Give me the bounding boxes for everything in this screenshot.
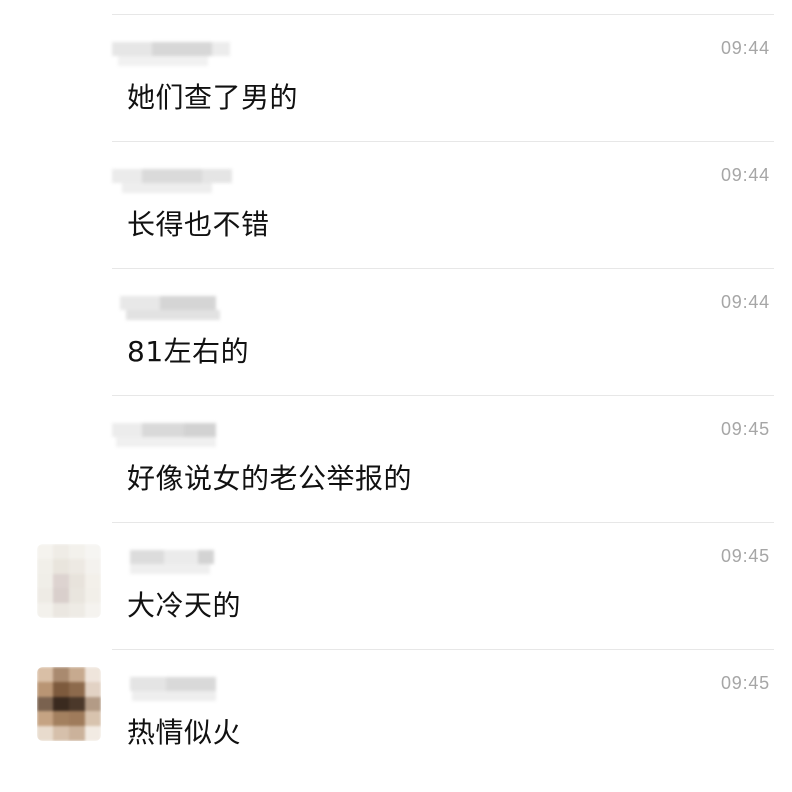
message-time: 09:44: [720, 292, 770, 312]
message-text: 长得也不错: [127, 208, 270, 241]
blurred-sender-name: [112, 417, 234, 451]
message-divider: [112, 14, 774, 15]
message-text: 81左右的: [127, 335, 250, 368]
message-time: 09:44: [720, 38, 770, 58]
message-divider: [112, 141, 774, 142]
message-divider: [112, 268, 774, 269]
blurred-sender-name: [112, 36, 234, 70]
blurred-sender-name: [112, 671, 234, 705]
message-time: 09:45: [720, 673, 770, 693]
blurred-sender-name: [112, 290, 234, 324]
message-time: 09:44: [720, 165, 770, 185]
message-text: 好像说女的老公举报的: [127, 462, 413, 495]
blurred-avatar: [37, 667, 101, 741]
message-text: 她们查了男的: [127, 81, 299, 114]
message-divider: [112, 395, 774, 396]
blurred-avatar: [37, 544, 101, 618]
message-time: 09:45: [720, 419, 770, 439]
chat-message[interactable]: 09:45 热情似火: [0, 649, 792, 776]
message-text: 热情似火: [127, 716, 242, 749]
chat-message[interactable]: 09:44 81左右的: [0, 268, 792, 395]
chat-message-list: 09:44 她们查了男的 09:44 长得也不错 09:44 81左右的 09:…: [0, 0, 792, 792]
chat-message[interactable]: 09:44 长得也不错: [0, 141, 792, 268]
blurred-sender-name: [112, 544, 234, 578]
chat-message[interactable]: 09:44 她们查了男的: [0, 14, 792, 141]
chat-message[interactable]: 09:45 好像说女的老公举报的: [0, 395, 792, 522]
message-divider: [112, 649, 774, 650]
blurred-sender-name: [112, 163, 234, 197]
chat-message[interactable]: 09:45 大冷天的: [0, 522, 792, 649]
message-text: 大冷天的: [127, 589, 242, 622]
message-time: 09:45: [720, 546, 770, 566]
message-divider: [112, 522, 774, 523]
